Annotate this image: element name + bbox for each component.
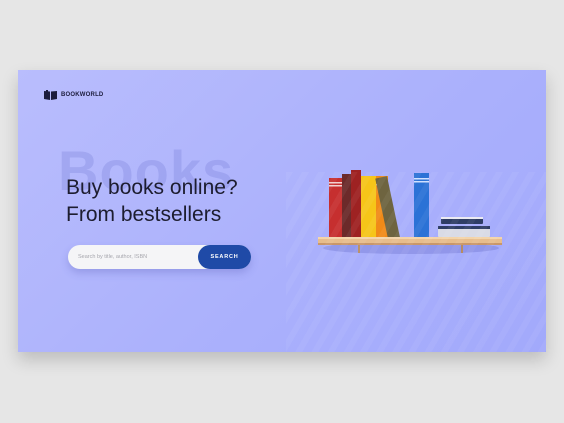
headline-line-2: From bestsellers bbox=[66, 203, 222, 226]
search-button[interactable]: SEARCH bbox=[198, 245, 251, 269]
hero-headline: Buy books online? From bestsellers bbox=[66, 174, 238, 228]
brand-name: BOOKWORLD bbox=[61, 92, 104, 98]
page: BOOKWORLD Books Buy books online? From b… bbox=[0, 0, 564, 423]
brand-logo[interactable]: BOOKWORLD bbox=[44, 90, 103, 100]
search-bar: SEARCH bbox=[68, 245, 251, 269]
headline-line-1: Buy books online? bbox=[66, 176, 238, 199]
hero-banner: BOOKWORLD Books Buy books online? From b… bbox=[18, 70, 546, 352]
bookshelf-icon bbox=[318, 170, 502, 254]
open-book-icon bbox=[44, 90, 57, 100]
search-input[interactable] bbox=[68, 245, 198, 269]
bookshelf-illustration bbox=[316, 168, 506, 258]
